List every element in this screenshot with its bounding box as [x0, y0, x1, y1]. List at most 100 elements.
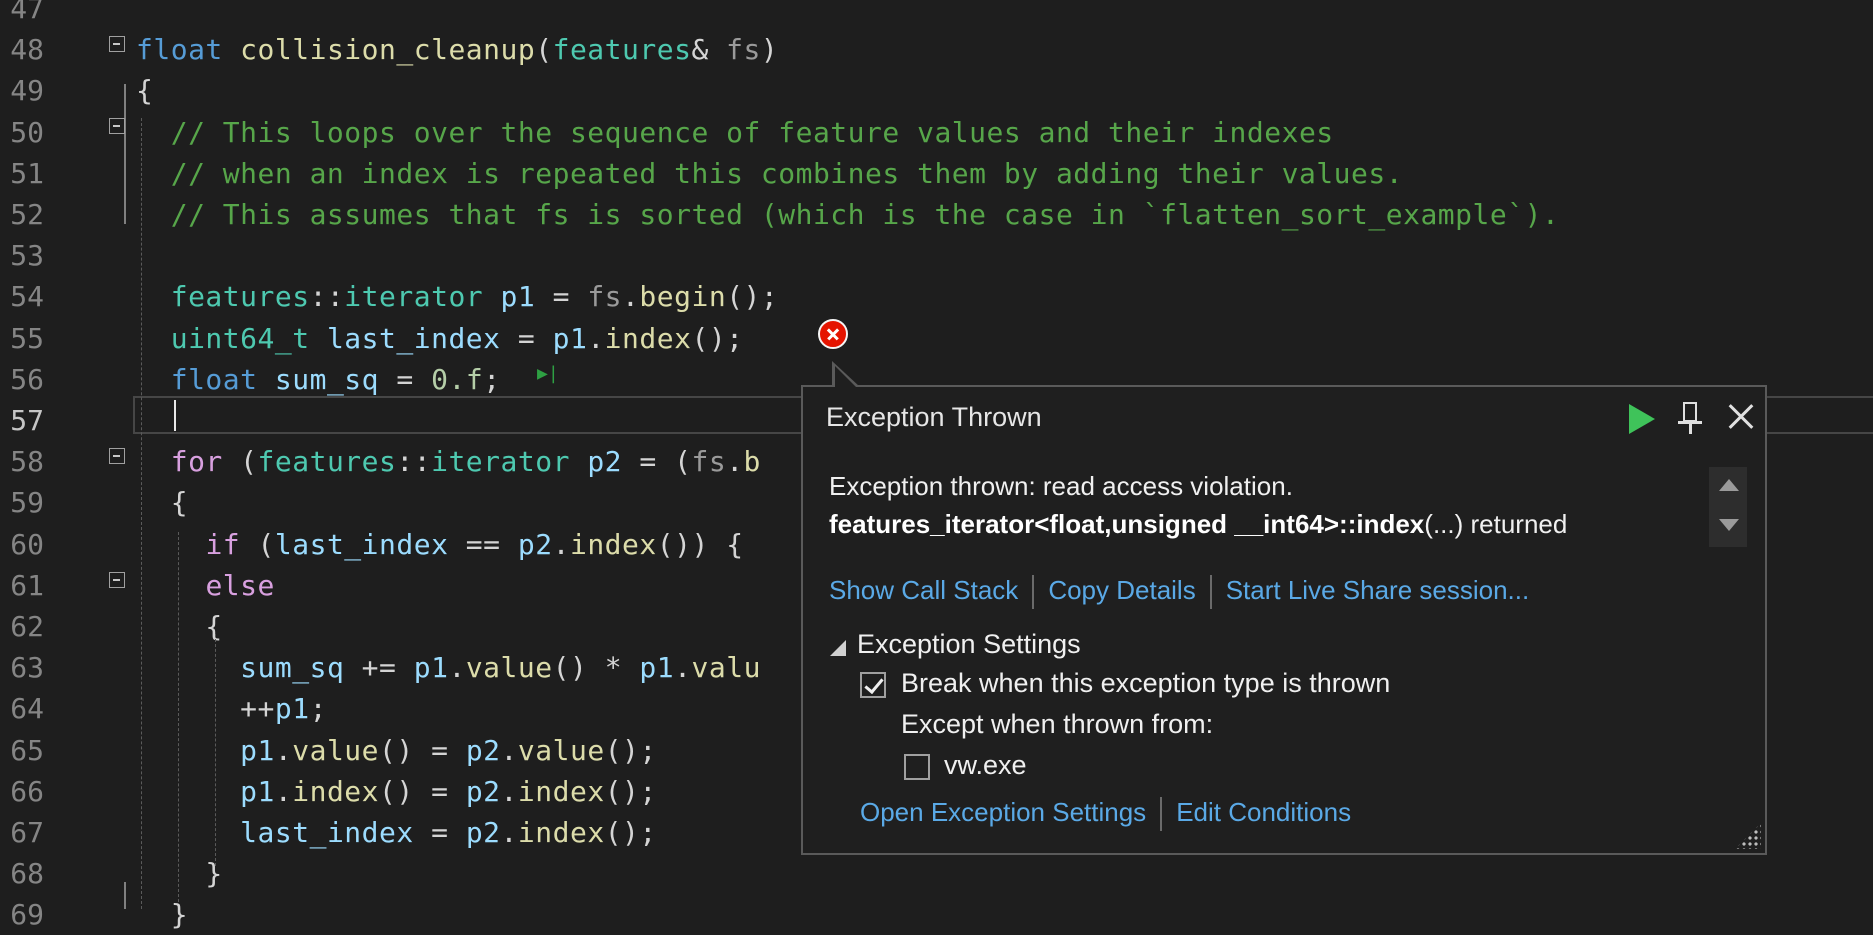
- code-token: ();: [726, 280, 779, 314]
- code-token: p1: [240, 733, 275, 767]
- line-number: 68: [10, 857, 44, 891]
- code-token: .: [448, 651, 466, 685]
- code-token: p1: [413, 651, 449, 685]
- code-line[interactable]: 50 // This loops over the sequence of fe…: [0, 112, 1873, 153]
- code-token: ;: [309, 692, 327, 726]
- code-line[interactable]: 55 uint64_t last_index = p1.index();: [0, 318, 1873, 359]
- code-token: uint64_t: [170, 321, 310, 355]
- code-line[interactable]: 51 // when an index is repeated this com…: [0, 153, 1873, 194]
- code-token: last_index: [326, 321, 501, 355]
- line-number: 48: [10, 33, 44, 67]
- fold-toggle-line-58[interactable]: [109, 448, 125, 464]
- fold-toggle-line-61[interactable]: [109, 572, 125, 588]
- exception-settings-header[interactable]: Exception Settings: [857, 629, 1081, 660]
- code-token: ()) {: [656, 527, 744, 561]
- code-token: (: [240, 527, 275, 561]
- code-line[interactable]: 69 }: [0, 894, 1873, 935]
- pin-icon[interactable]: [1673, 397, 1709, 437]
- code-token: p2: [465, 816, 501, 849]
- live-share-link[interactable]: Start Live Share session...: [1226, 575, 1529, 605]
- code-token: p1: [240, 774, 275, 808]
- code-line[interactable]: 68 }: [0, 853, 1873, 894]
- code-token: // This assumes that fs is sorted (which…: [170, 198, 1560, 231]
- code-token: fs: [587, 280, 623, 314]
- collapse-triangle-icon[interactable]: [830, 640, 846, 656]
- open-exception-settings-link[interactable]: Open Exception Settings: [860, 797, 1146, 827]
- settings-links: Open Exception Settings Edit Conditions: [860, 797, 1351, 832]
- code-text: // when an index is repeated this combin…: [136, 153, 1403, 194]
- line-number: 67: [10, 816, 44, 849]
- exception-detail-rest: (...) returned: [1424, 509, 1568, 539]
- code-token: iterator: [344, 280, 484, 314]
- code-token: last_index: [274, 527, 449, 561]
- code-token: features: [170, 280, 310, 314]
- run-to-click-icon[interactable]: ▶|: [537, 364, 559, 384]
- resize-grip-icon[interactable]: [1735, 823, 1761, 849]
- code-token: index: [292, 774, 380, 808]
- line-number: 54: [10, 280, 44, 314]
- line-number: 47: [10, 0, 44, 25]
- code-token: index: [517, 774, 605, 808]
- show-call-stack-link[interactable]: Show Call Stack: [829, 575, 1018, 605]
- scroll-up-icon[interactable]: [1719, 479, 1739, 491]
- code-token: value: [292, 733, 380, 767]
- message-scrollbar[interactable]: [1709, 467, 1747, 547]
- scroll-down-icon[interactable]: [1719, 519, 1739, 531]
- code-token: p1: [552, 321, 588, 355]
- continue-play-icon[interactable]: [1621, 397, 1657, 437]
- code-token: ): [760, 33, 779, 67]
- code-token: // when an index is repeated this combin…: [170, 156, 1404, 190]
- code-token: .: [274, 733, 293, 767]
- code-text: if (last_index == p2.index()) {: [136, 524, 744, 565]
- code-text: else: [136, 565, 275, 606]
- edit-conditions-link[interactable]: Edit Conditions: [1176, 797, 1351, 827]
- code-line[interactable]: 53: [0, 235, 1873, 276]
- popup-title: Exception Thrown: [826, 402, 1042, 432]
- code-token: {: [136, 486, 189, 520]
- module-checkbox[interactable]: [904, 754, 930, 780]
- code-token: ();: [691, 321, 744, 355]
- fold-toggle-line-50[interactable]: [109, 118, 125, 134]
- code-token: sum_sq: [240, 651, 345, 685]
- line-number: 66: [10, 774, 44, 808]
- code-line[interactable]: 48 float collision_cleanup(features& fs): [0, 29, 1873, 70]
- code-token: ::: [309, 280, 345, 314]
- module-label[interactable]: vw.exe: [944, 750, 1027, 781]
- break-when-thrown-checkbox[interactable]: [860, 672, 886, 698]
- code-text: // This loops over the sequence of featu…: [136, 112, 1334, 153]
- code-token: ;: [483, 362, 501, 396]
- code-line[interactable]: 47: [0, 0, 1873, 29]
- exception-message: Exception thrown: read access violation.: [829, 471, 1293, 501]
- code-token: else: [205, 568, 275, 602]
- copy-details-link[interactable]: Copy Details: [1048, 575, 1195, 605]
- code-token: if: [205, 527, 241, 561]
- close-icon[interactable]: [1723, 397, 1759, 437]
- code-token: &: [691, 33, 727, 67]
- break-when-thrown-label[interactable]: Break when this exception type is thrown: [901, 668, 1390, 699]
- code-token: = (: [622, 445, 692, 479]
- code-line[interactable]: 54 features::iterator p1 = fs.begin();: [0, 276, 1873, 317]
- line-number: 55: [10, 321, 44, 355]
- line-number: 62: [10, 610, 44, 643]
- line-number: 59: [10, 486, 44, 520]
- code-token: () =: [379, 733, 466, 767]
- fold-toggle-line-48[interactable]: [109, 36, 125, 52]
- error-icon[interactable]: [818, 319, 848, 349]
- code-token: () =: [379, 774, 466, 808]
- code-token: ++: [136, 692, 275, 726]
- fold-guide-for: [124, 882, 126, 909]
- code-text: {: [136, 606, 223, 647]
- code-token: .: [500, 816, 518, 849]
- code-token: begin: [639, 280, 727, 314]
- code-token: last_index: [240, 816, 414, 849]
- code-line[interactable]: 49 {: [0, 70, 1873, 111]
- code-line[interactable]: 52 // This assumes that fs is sorted (wh…: [0, 194, 1873, 235]
- code-text: }: [136, 853, 223, 894]
- code-token: sum_sq: [274, 362, 380, 396]
- line-number: 53: [10, 239, 44, 273]
- code-token: =: [535, 280, 588, 314]
